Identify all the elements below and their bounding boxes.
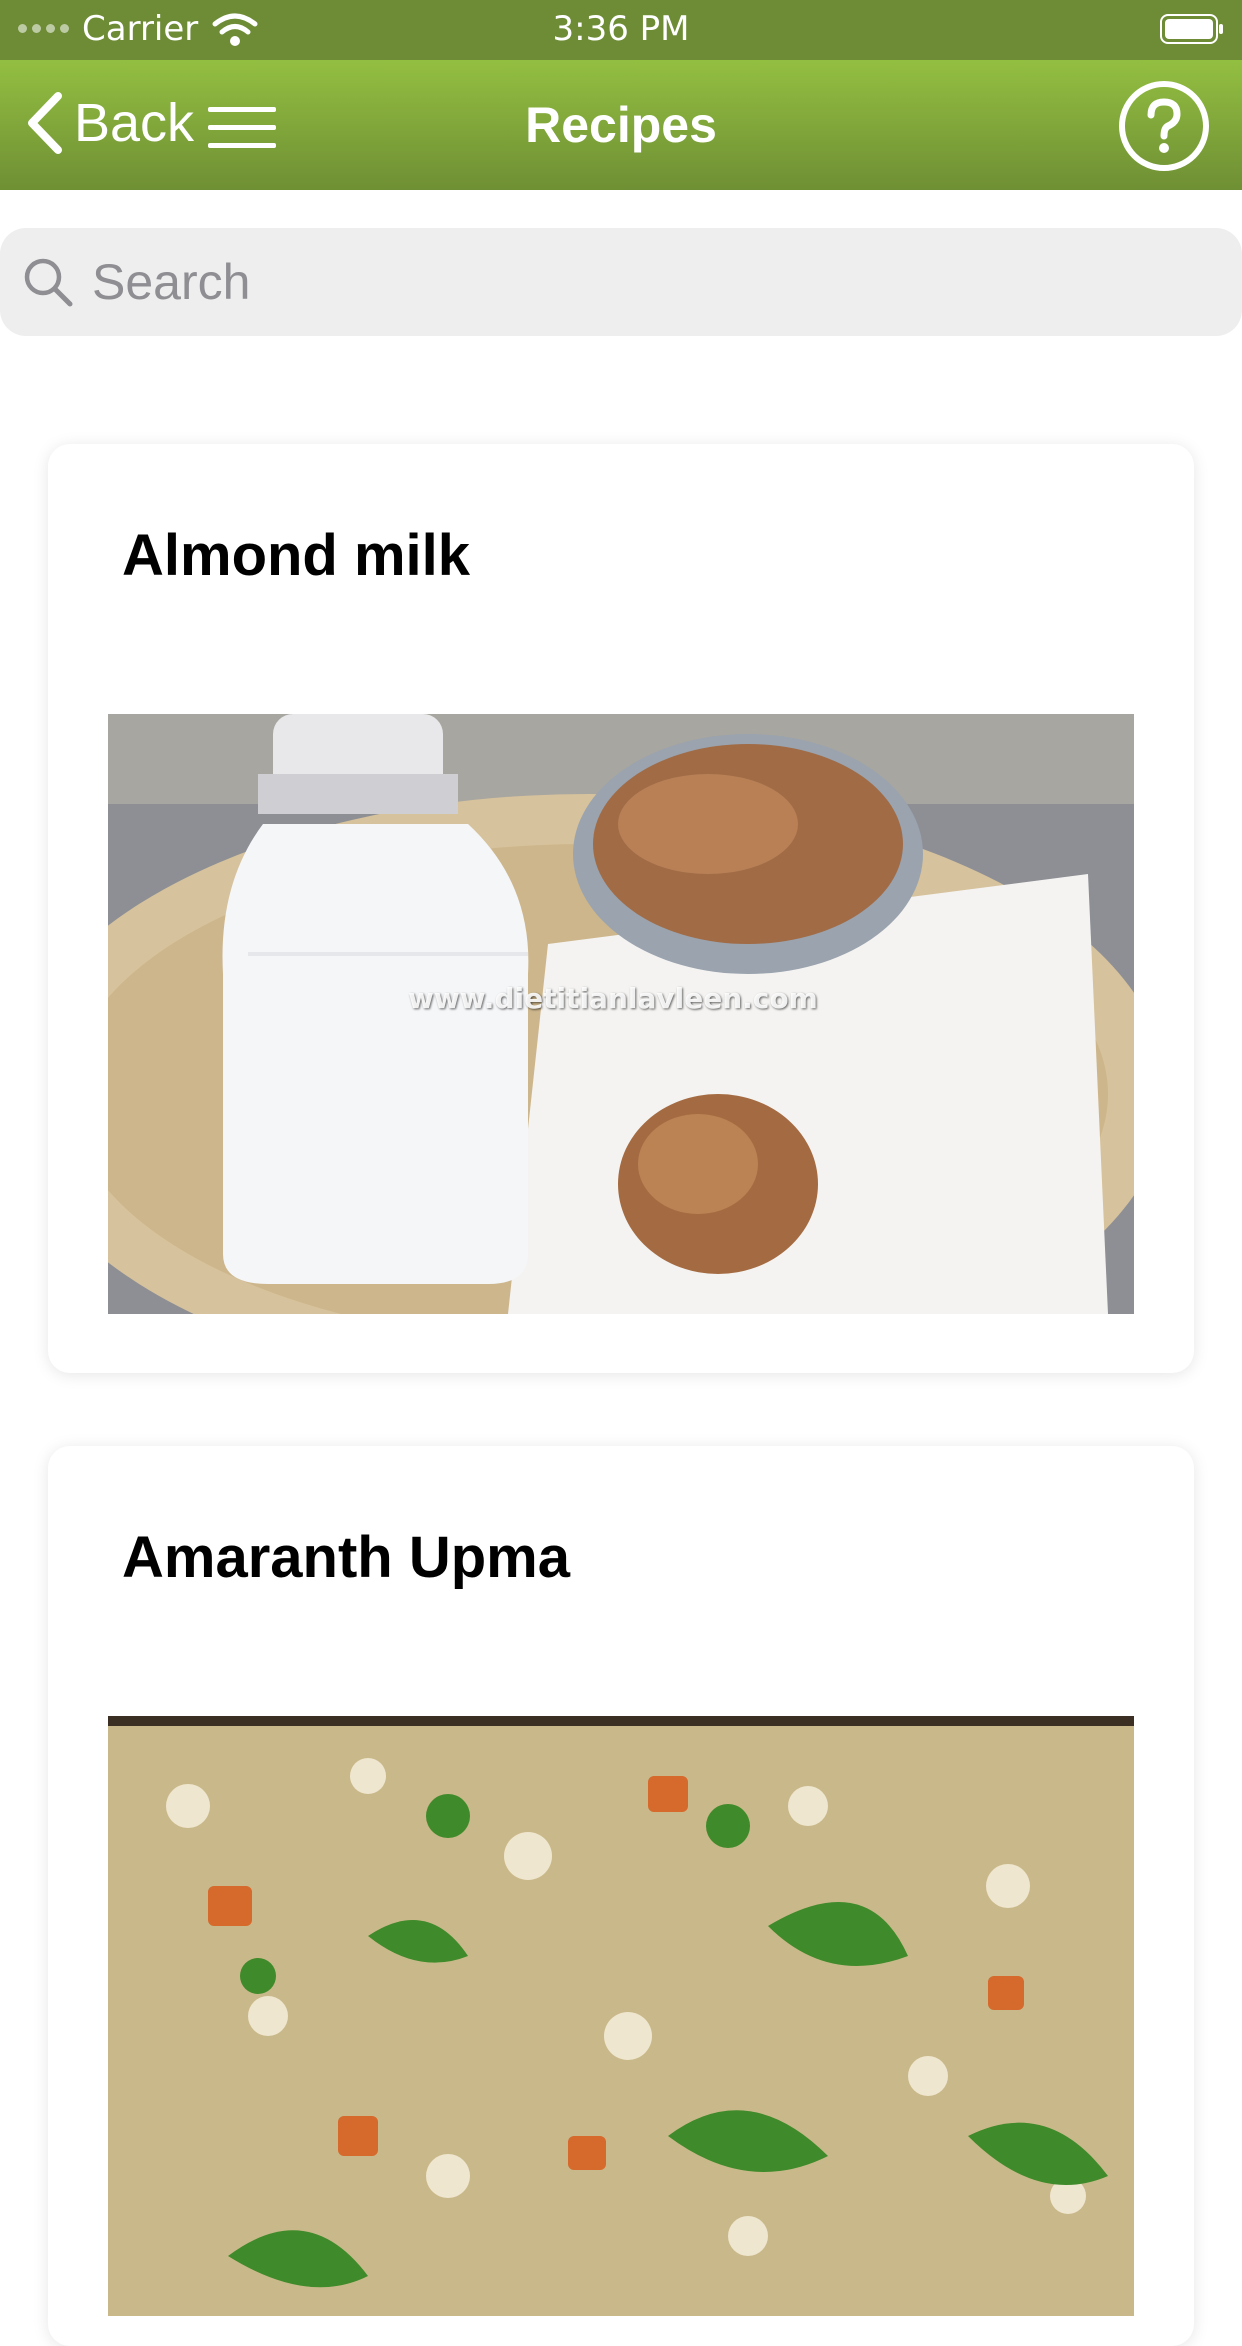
- search-icon: [24, 258, 73, 307]
- search-input[interactable]: [90, 248, 1194, 316]
- search-bar: [0, 228, 1242, 336]
- recipe-title: Almond milk: [122, 523, 471, 588]
- recipe-image: [108, 1716, 1134, 2316]
- recipe-card[interactable]: Amaranth Upma: [48, 1446, 1194, 2346]
- recipe-image: www.dietitianlavleen.com: [108, 714, 1134, 1314]
- page-title: Recipes: [525, 97, 717, 153]
- help-icon[interactable]: [1118, 80, 1210, 172]
- clock: 3:36 PM: [552, 9, 690, 49]
- recipe-card[interactable]: Almond milk www.dietitianlavleen.com: [48, 444, 1194, 1373]
- battery-icon: [1160, 14, 1223, 44]
- recipe-title: Amaranth Upma: [122, 1525, 570, 1590]
- image-watermark: www.dietitianlavleen.com: [408, 982, 818, 1015]
- status-bar: Carrier 3:36 PM: [0, 0, 1242, 60]
- navigation-bar: Back Recipes: [0, 60, 1242, 190]
